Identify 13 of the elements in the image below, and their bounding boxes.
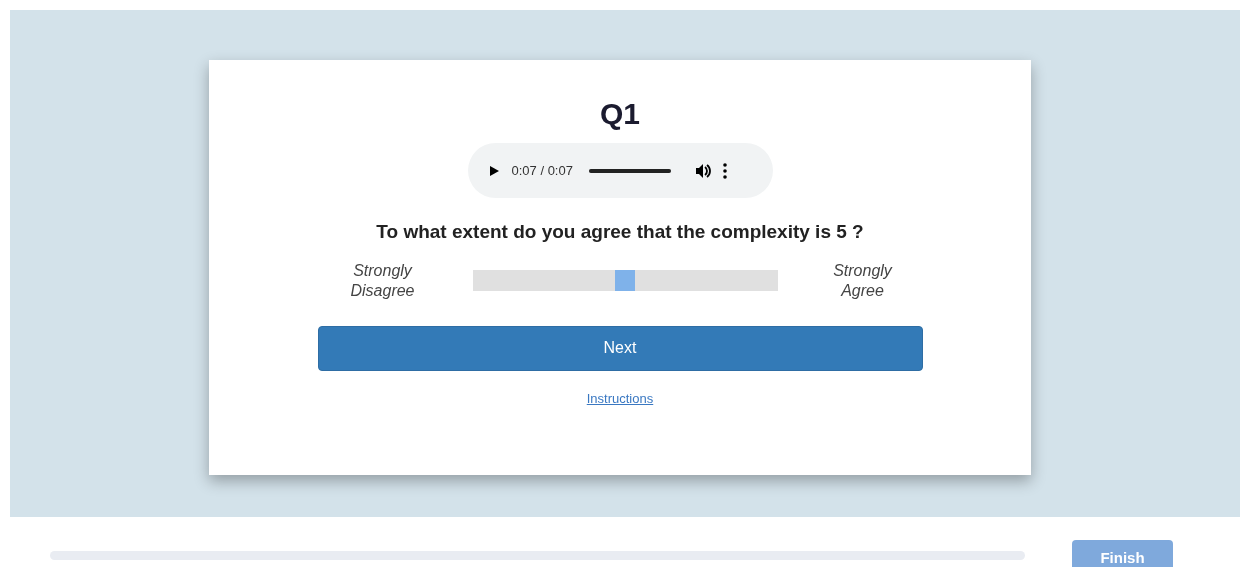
play-icon[interactable]	[487, 164, 500, 177]
question-title: Q1	[600, 96, 640, 132]
rating-slider[interactable]	[472, 270, 778, 291]
volume-icon[interactable]	[694, 162, 711, 179]
instructions-link[interactable]: Instructions	[586, 388, 654, 408]
audio-progress-track[interactable]	[588, 168, 671, 173]
question-text: To what extent do you agree that the complexity is 5 ?	[376, 220, 864, 244]
audio-time: 0:07 / 0:07	[511, 161, 573, 180]
more-icon[interactable]	[722, 162, 727, 179]
slider-thumb[interactable]	[615, 270, 635, 291]
scale-right-label: Strongly Agree	[832, 260, 894, 301]
next-button[interactable]: Next	[317, 325, 923, 371]
scale-left-label: Strongly Disagree	[349, 260, 416, 301]
